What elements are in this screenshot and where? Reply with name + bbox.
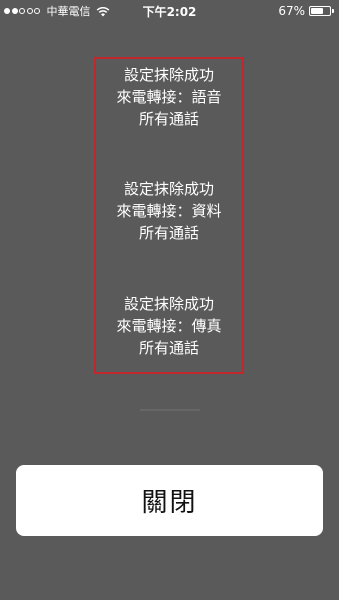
message-line: 來電轉接：傳真 [116, 317, 222, 335]
message-block: 設定抹除成功 來電轉接：傳真 所有通話 [94, 293, 244, 359]
battery-fill [311, 8, 323, 14]
status-right: 67% [278, 3, 334, 19]
message-line: 設定抹除成功 [123, 66, 214, 84]
message-line: 所有通話 [138, 110, 199, 128]
battery-percent: 67% [278, 4, 305, 18]
status-bar: 中華電信 下午2:02 67% [0, 0, 339, 22]
close-button[interactable]: 關閉 [16, 465, 323, 536]
battery-icon [309, 6, 331, 16]
message-line: 設定抹除成功 [123, 295, 214, 313]
message-block: 設定抹除成功 來電轉接：語音 所有通話 [94, 64, 244, 130]
message-line: 所有通話 [138, 224, 199, 242]
message-line: 所有通話 [138, 339, 199, 357]
message-line: 來電轉接：資料 [116, 202, 222, 220]
message-line: 設定抹除成功 [123, 180, 214, 198]
screen: 中華電信 下午2:02 67% 設定抹除成功 來電轉接：語音 所有通話 設定抹除… [0, 0, 339, 600]
message-block: 設定抹除成功 來電轉接：資料 所有通話 [94, 178, 244, 244]
message-line: 來電轉接：語音 [116, 88, 222, 106]
battery-tip [332, 9, 334, 13]
divider [140, 409, 200, 411]
